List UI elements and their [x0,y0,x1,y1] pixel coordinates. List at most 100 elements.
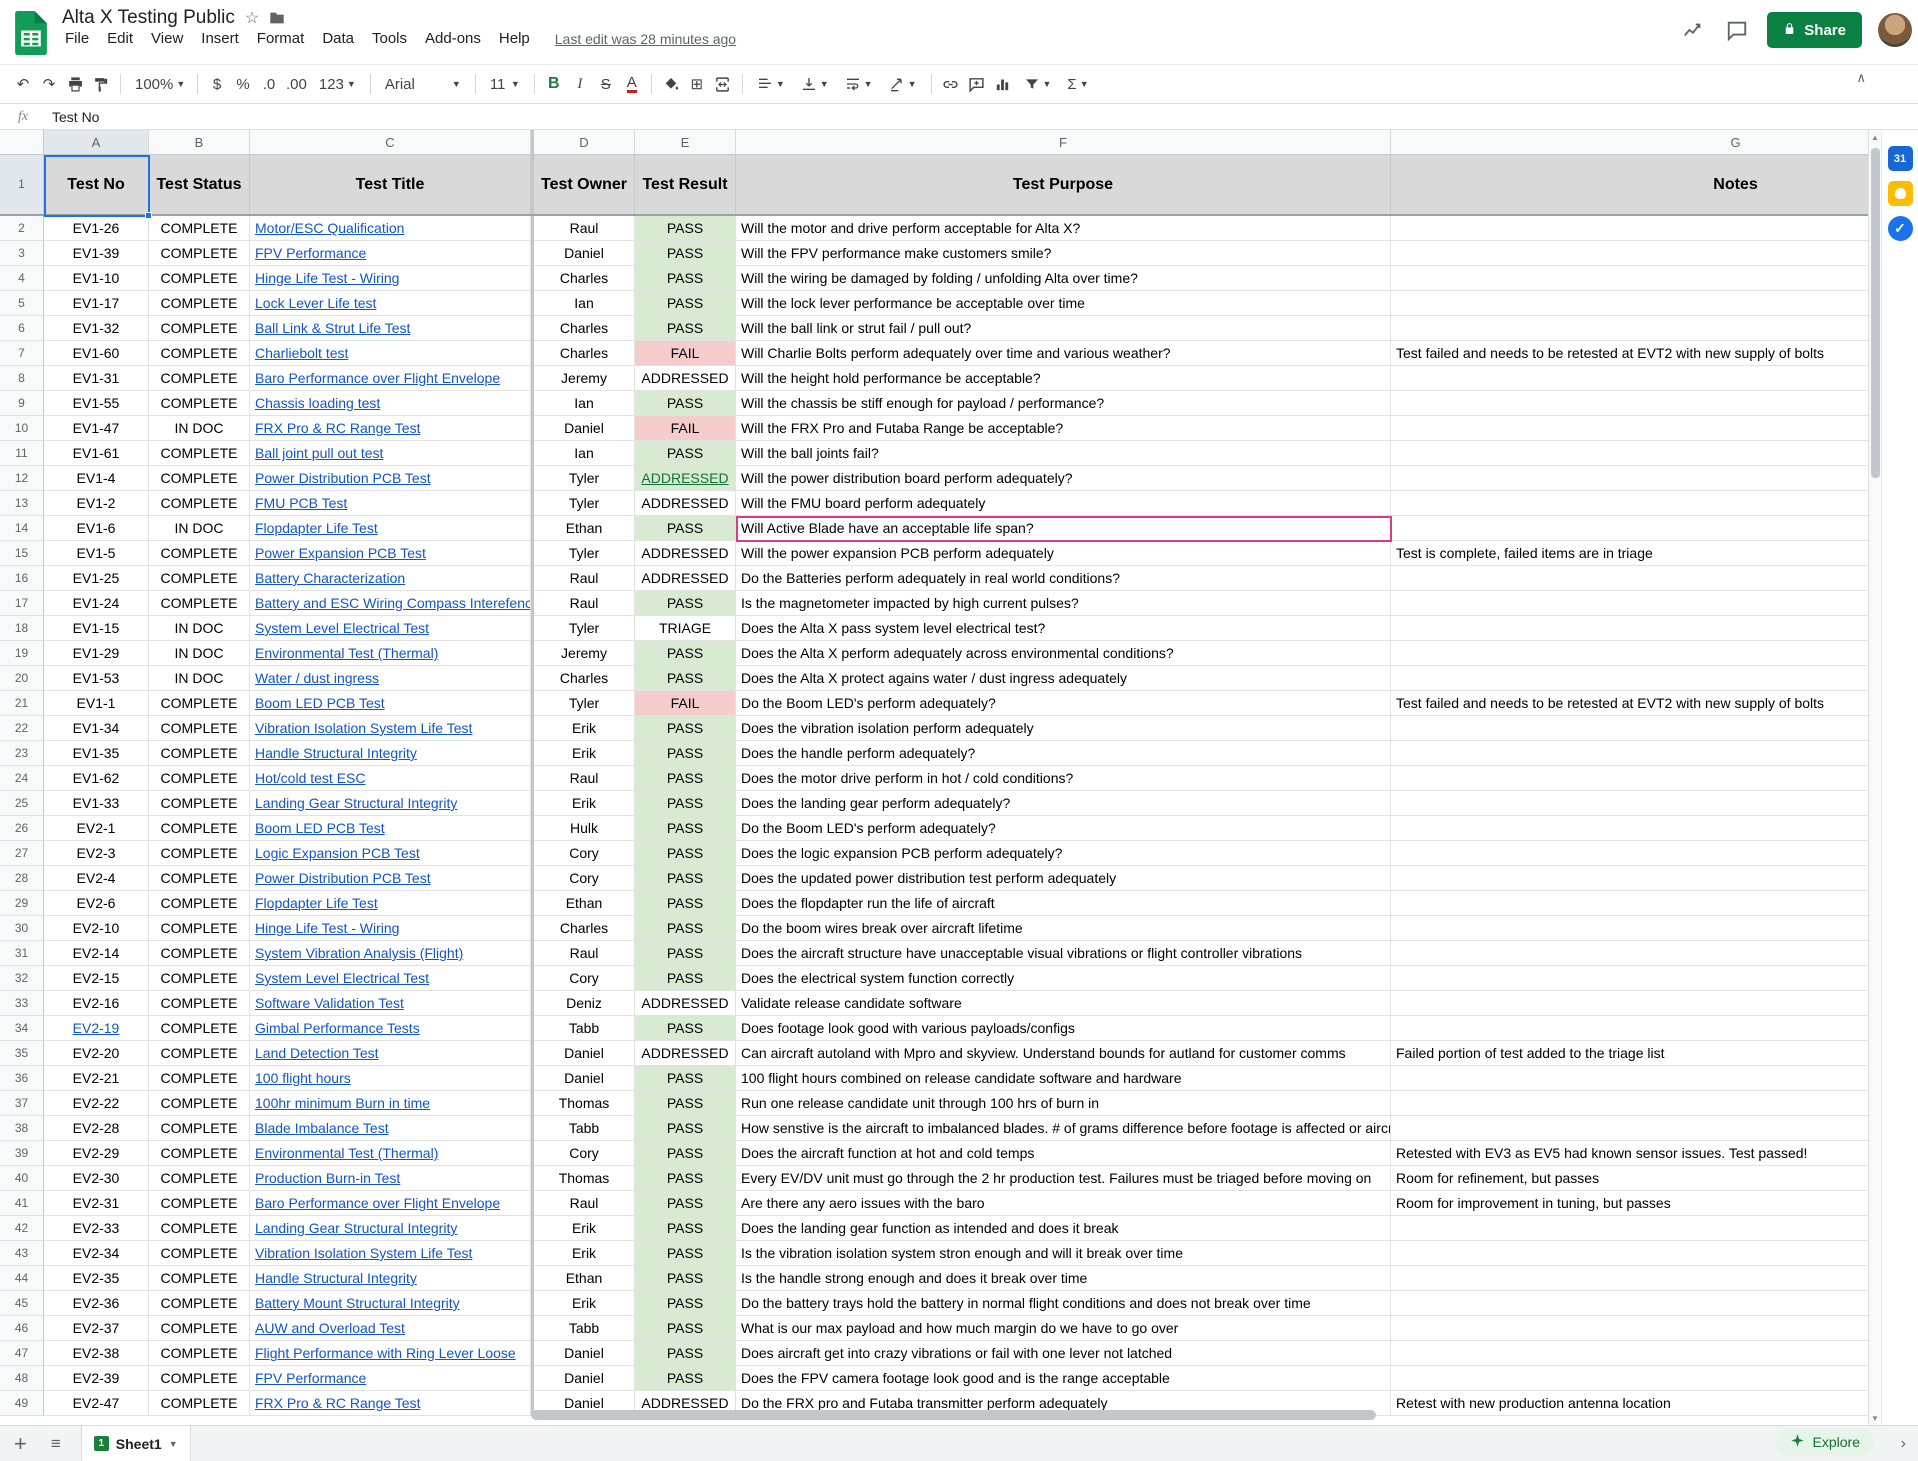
cell-C5[interactable]: Lock Lever Life test [250,291,531,316]
row-header-8[interactable]: 8 [0,366,44,391]
merge-cells-button[interactable] [710,71,736,98]
cell-D30[interactable]: Charles [534,916,635,941]
cell-C40[interactable]: Production Burn-in Test [250,1166,531,1191]
cell-B23[interactable]: COMPLETE [149,741,250,766]
strikethrough-button[interactable]: S [593,71,619,98]
menu-insert[interactable]: Insert [192,26,248,51]
cell-G33[interactable] [1391,991,1868,1016]
cell-G10[interactable] [1391,416,1868,441]
row-header-15[interactable]: 15 [0,541,44,566]
cell-B14[interactable]: IN DOC [149,516,250,541]
scroll-up-icon[interactable]: ▲ [1869,130,1881,144]
cell-A47[interactable]: EV2-38 [44,1341,149,1366]
borders-button[interactable]: ⊞ [684,71,710,98]
cell-D10[interactable]: Daniel [534,416,635,441]
cell-A27[interactable]: EV2-3 [44,841,149,866]
cell-G26[interactable] [1391,816,1868,841]
cell-G21[interactable]: Test failed and needs to be retested at … [1391,691,1868,716]
cell-B7[interactable]: COMPLETE [149,341,250,366]
cell-B11[interactable]: COMPLETE [149,441,250,466]
cell-F41[interactable]: Are there any aero issues with the baro [736,1191,1391,1216]
undo-button[interactable]: ↶ [10,71,36,98]
cell-D16[interactable]: Raul [534,566,635,591]
cell-C11[interactable]: Ball joint pull out test [250,441,531,466]
cell-A33[interactable]: EV2-16 [44,991,149,1016]
cell-D20[interactable]: Charles [534,666,635,691]
row-header-35[interactable]: 35 [0,1041,44,1066]
cell-F48[interactable]: Does the FPV camera footage look good an… [736,1366,1391,1391]
cell-G4[interactable] [1391,266,1868,291]
cell-C2[interactable]: Motor/ESC Qualification [250,216,531,241]
cell-A31[interactable]: EV2-14 [44,941,149,966]
cell-G9[interactable] [1391,391,1868,416]
cell-E44[interactable]: PASS [635,1266,736,1291]
cell-G13[interactable] [1391,491,1868,516]
cell-A32[interactable]: EV2-15 [44,966,149,991]
cell-F18[interactable]: Does the Alta X pass system level electr… [736,616,1391,641]
cell-D12[interactable]: Tyler [534,466,635,491]
decrease-decimal-button[interactable]: .0 [256,71,282,98]
cell-F3[interactable]: Will the FPV performance make customers … [736,241,1391,266]
cell-B25[interactable]: COMPLETE [149,791,250,816]
cell-B36[interactable]: COMPLETE [149,1066,250,1091]
cell-E9[interactable]: PASS [635,391,736,416]
row-header-20[interactable]: 20 [0,666,44,691]
cell-C3[interactable]: FPV Performance [250,241,531,266]
cell-C8[interactable]: Baro Performance over Flight Envelope [250,366,531,391]
row-header-38[interactable]: 38 [0,1116,44,1141]
row-header-25[interactable]: 25 [0,791,44,816]
cell-C34[interactable]: Gimbal Performance Tests [250,1016,531,1041]
row-header-1[interactable]: 1 [0,155,44,214]
cell-C4[interactable]: Hinge Life Test - Wiring [250,266,531,291]
cell-A10[interactable]: EV1-47 [44,416,149,441]
cell-B40[interactable]: COMPLETE [149,1166,250,1191]
menu-format[interactable]: Format [248,26,314,51]
cell-F11[interactable]: Will the ball joints fail? [736,441,1391,466]
cell-D29[interactable]: Ethan [534,891,635,916]
cell-B49[interactable]: COMPLETE [149,1391,250,1416]
cell-B41[interactable]: COMPLETE [149,1191,250,1216]
cell-D26[interactable]: Hulk [534,816,635,841]
cell-F26[interactable]: Do the Boom LED's perform adequately? [736,816,1391,841]
cell-C18[interactable]: System Level Electrical Test [250,616,531,641]
cell-G25[interactable] [1391,791,1868,816]
cell-A28[interactable]: EV2-4 [44,866,149,891]
column-header-E[interactable]: E [635,130,736,155]
cell-F36[interactable]: 100 flight hours combined on release can… [736,1066,1391,1091]
cell-C6[interactable]: Ball Link & Strut Life Test [250,316,531,341]
cell-E34[interactable]: PASS [635,1016,736,1041]
cell-D43[interactable]: Erik [534,1241,635,1266]
collapse-toolbar-icon[interactable]: ∧ [1856,70,1866,86]
cell-F23[interactable]: Does the handle perform adequately? [736,741,1391,766]
row-header-23[interactable]: 23 [0,741,44,766]
cell-A12[interactable]: EV1-4 [44,466,149,491]
cell-E46[interactable]: PASS [635,1316,736,1341]
cell-C25[interactable]: Landing Gear Structural Integrity [250,791,531,816]
star-icon[interactable]: ☆ [245,8,259,28]
cell-F7[interactable]: Will Charlie Bolts perform adequately ov… [736,341,1391,366]
cell-D13[interactable]: Tyler [534,491,635,516]
row-header-43[interactable]: 43 [0,1241,44,1266]
cell-F35[interactable]: Can aircraft autoland with Mpro and skyv… [736,1041,1391,1066]
cell-A18[interactable]: EV1-15 [44,616,149,641]
cell-B20[interactable]: IN DOC [149,666,250,691]
cell-A2[interactable]: EV1-26 [44,216,149,241]
cell-A39[interactable]: EV2-29 [44,1141,149,1166]
cell-G3[interactable] [1391,241,1868,266]
cell-F2[interactable]: Will the motor and drive perform accepta… [736,216,1391,241]
cell-G45[interactable] [1391,1291,1868,1316]
cell-E38[interactable]: PASS [635,1116,736,1141]
cell-B24[interactable]: COMPLETE [149,766,250,791]
redo-button[interactable]: ↷ [36,71,62,98]
cell-D45[interactable]: Erik [534,1291,635,1316]
cell-D25[interactable]: Erik [534,791,635,816]
cell-C41[interactable]: Baro Performance over Flight Envelope [250,1191,531,1216]
cell-B44[interactable]: COMPLETE [149,1266,250,1291]
cell-A45[interactable]: EV2-36 [44,1291,149,1316]
cell-G7[interactable]: Test failed and needs to be retested at … [1391,341,1868,366]
cell-E31[interactable]: PASS [635,941,736,966]
cell-C43[interactable]: Vibration Isolation System Life Test [250,1241,531,1266]
row-header-3[interactable]: 3 [0,241,44,266]
cell-G36[interactable] [1391,1066,1868,1091]
row-header-45[interactable]: 45 [0,1291,44,1316]
